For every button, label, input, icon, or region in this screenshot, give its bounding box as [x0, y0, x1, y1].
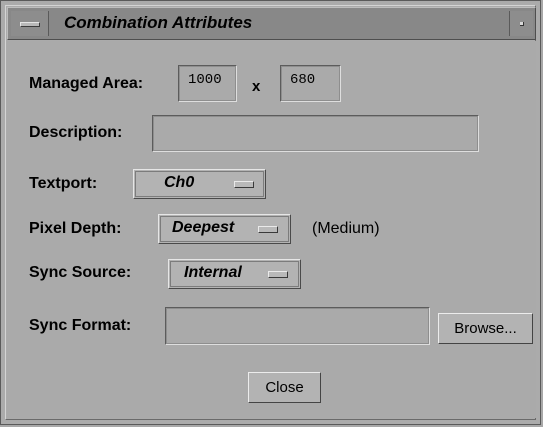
pixel-depth-selected-value: Deepest	[172, 219, 235, 236]
minimize-icon	[520, 22, 524, 26]
option-menu-indicator-icon	[258, 226, 278, 233]
pixel-depth-note: (Medium)	[312, 220, 380, 237]
title-bar[interactable]: Combination Attributes	[7, 7, 536, 40]
textport-selected-value: Ch0	[164, 174, 195, 191]
window-menu-button[interactable]	[11, 11, 49, 36]
sync-source-option-menu[interactable]: Internal	[168, 259, 301, 289]
description-field[interactable]	[152, 115, 479, 152]
textport-option-menu[interactable]: Ch0	[133, 169, 266, 199]
window-menu-icon	[20, 22, 40, 27]
managed-area-width-field[interactable]: 1000	[178, 65, 237, 102]
sync-source-selected-value: Internal	[184, 264, 242, 281]
dialog-window: Combination Attributes Managed Area: 100…	[0, 0, 541, 425]
sync-format-label: Sync Format:	[29, 317, 132, 334]
minimize-button[interactable]	[509, 11, 533, 36]
dialog-content: Managed Area: 1000 x 680 Description: Te…	[7, 41, 536, 418]
option-menu-indicator-icon	[234, 181, 254, 188]
sync-format-field[interactable]	[165, 307, 430, 345]
textport-label: Textport:	[29, 175, 98, 192]
managed-area-label: Managed Area:	[29, 75, 144, 92]
browse-button[interactable]: Browse...	[438, 313, 533, 344]
close-button[interactable]: Close	[248, 372, 321, 403]
managed-area-height-field[interactable]: 680	[280, 65, 341, 102]
window-title: Combination Attributes	[64, 13, 253, 32]
option-menu-indicator-icon	[268, 271, 288, 278]
managed-area-x-separator: x	[252, 78, 261, 95]
pixel-depth-label: Pixel Depth:	[29, 220, 122, 237]
description-label: Description:	[29, 124, 123, 141]
sync-source-label: Sync Source:	[29, 264, 132, 281]
pixel-depth-option-menu[interactable]: Deepest	[158, 214, 291, 244]
